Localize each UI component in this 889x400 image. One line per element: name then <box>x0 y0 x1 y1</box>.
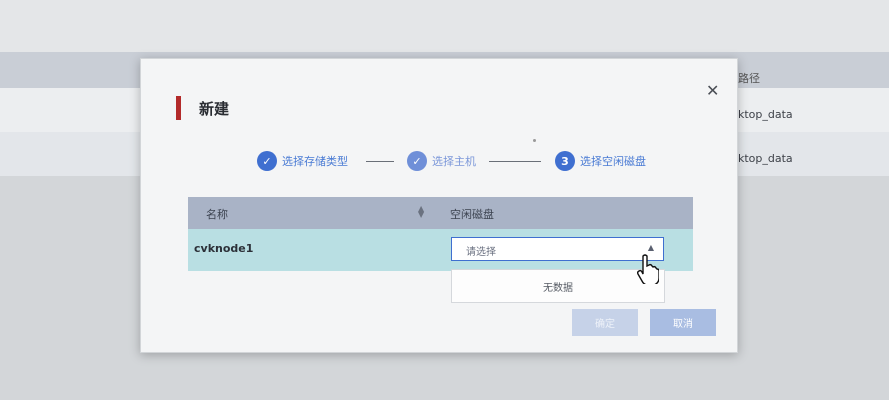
host-disk-table: 名称 ▲ ▼ 空闲磁盘 cvknode1 请选择 ▲ <box>188 197 693 271</box>
cancel-button[interactable]: 取消 <box>650 309 716 336</box>
background-cell: ktop_data <box>738 152 793 165</box>
select-placeholder: 请选择 <box>466 247 496 258</box>
new-dialog: 新建 ✕ ✓ 选择存储类型 ✓ 选择主机 3 选择空闲磁盘 名称 ▲ ▼ 空闲磁盘… <box>140 58 738 353</box>
empty-data-text: 无数据 <box>543 283 573 294</box>
step-3: 3 选择空闲磁盘 <box>555 151 646 171</box>
background-column-header: 路径 <box>738 72 760 85</box>
background-header <box>0 0 889 52</box>
step-1: ✓ 选择存储类型 <box>257 151 348 171</box>
close-icon[interactable]: ✕ <box>706 81 719 100</box>
free-disk-select[interactable]: 请选择 ▲ <box>451 237 664 261</box>
dialog-title: 新建 <box>199 100 230 118</box>
sort-icon[interactable]: ▲ ▼ <box>418 205 424 219</box>
step-label: 选择空闲磁盘 <box>580 155 646 168</box>
background-cell: ktop_data <box>738 108 793 121</box>
hand-cursor-icon <box>637 254 659 284</box>
step-label: 选择主机 <box>432 155 476 168</box>
step-connector <box>366 161 394 162</box>
column-header-disk: 空闲磁盘 <box>450 208 494 221</box>
check-icon: ✓ <box>407 151 427 171</box>
table-row: cvknode1 请选择 ▲ <box>188 229 693 271</box>
step-label: 选择存储类型 <box>282 155 348 168</box>
column-header-name: 名称 <box>206 208 228 221</box>
host-name: cvknode1 <box>194 242 254 255</box>
step-connector <box>489 161 541 162</box>
table-header: 名称 ▲ ▼ 空闲磁盘 <box>188 197 693 229</box>
check-icon: ✓ <box>257 151 277 171</box>
step-number: 3 <box>555 151 575 171</box>
step-2: ✓ 选择主机 <box>407 151 476 171</box>
caret-up-icon: ▲ <box>647 243 654 252</box>
title-accent-bar <box>176 96 181 120</box>
select-dropdown-menu: 无数据 <box>451 269 665 303</box>
decorative-dot <box>533 139 536 142</box>
confirm-button[interactable]: 确定 <box>572 309 638 336</box>
